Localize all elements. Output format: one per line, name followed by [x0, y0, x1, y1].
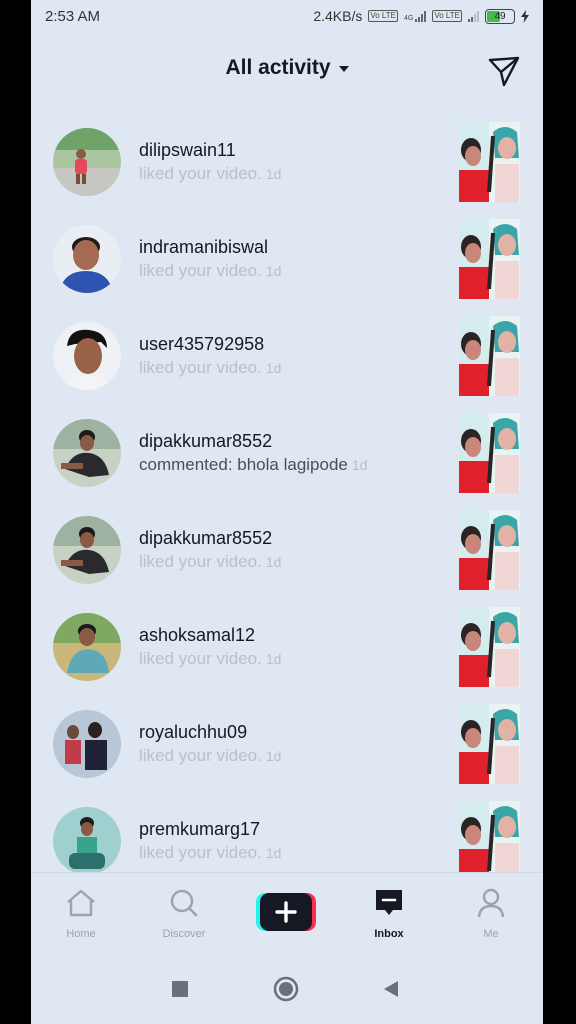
direct-message-icon[interactable]	[487, 54, 521, 88]
nav-home-label: Home	[66, 928, 96, 940]
activity-row[interactable]: dipakkumar8552 liked your video. 1d	[31, 500, 543, 597]
username[interactable]: ashoksamal12	[139, 625, 255, 646]
signal-icon-2	[468, 10, 479, 22]
search-icon	[170, 889, 198, 917]
activity-text: liked your video. 1d	[139, 261, 281, 281]
nav-me-label: Me	[483, 928, 499, 940]
avatar[interactable]	[53, 322, 121, 390]
nav-inbox-label: Inbox	[374, 928, 404, 940]
create-video-button[interactable]	[256, 893, 316, 933]
username[interactable]: dilipswain11	[139, 140, 236, 161]
volte-icon: Vo LTE	[368, 10, 398, 22]
avatar[interactable]	[53, 128, 121, 196]
activity-row[interactable]: user435792958 liked your video. 1d	[31, 306, 543, 403]
video-thumbnail[interactable]	[459, 704, 520, 784]
inbox-icon	[376, 890, 402, 915]
activity-row[interactable]: indramanibiswal liked your video. 1d	[31, 209, 543, 306]
network-4g-label: 4G	[404, 15, 414, 22]
nav-me[interactable]: Me	[451, 887, 531, 940]
activity-list: dilipswain11 liked your video. 1d indrama…	[31, 112, 543, 888]
username[interactable]: dipakkumar8552	[139, 528, 272, 549]
recent-apps-icon[interactable]	[171, 980, 189, 998]
activity-time: 1d	[265, 263, 282, 279]
activity-message: liked your video.	[139, 358, 262, 377]
activity-text: liked your video. 1d	[139, 552, 281, 572]
nav-home[interactable]: Home	[41, 887, 121, 940]
nav-inbox[interactable]: Inbox	[349, 887, 429, 940]
app-screen: 2:53 AM 2.4KB/s Vo LTE 4G Vo LTE 49 All …	[31, 0, 543, 1024]
profile-icon	[477, 888, 505, 918]
home-button-icon[interactable]	[273, 976, 299, 1002]
charging-icon	[521, 9, 529, 23]
activity-message: commented: bhola lagipode	[139, 455, 348, 474]
chevron-down-icon	[338, 66, 349, 72]
back-icon[interactable]	[381, 979, 401, 999]
video-thumbnail[interactable]	[459, 510, 520, 590]
signal-icon: 4G	[404, 10, 427, 22]
activity-time: 1d	[265, 748, 282, 764]
activity-text: liked your video. 1d	[139, 843, 281, 863]
video-thumbnail[interactable]	[459, 607, 520, 687]
activity-message: liked your video.	[139, 649, 262, 668]
activity-time: 1d	[265, 360, 282, 376]
activity-message: liked your video.	[139, 552, 262, 571]
net-speed: 2.4KB/s	[313, 8, 363, 24]
activity-message: liked your video.	[139, 843, 262, 862]
activity-row[interactable]: ashoksamal12 liked your video. 1d	[31, 597, 543, 694]
page-title: All activity	[225, 56, 331, 79]
video-thumbnail[interactable]	[459, 413, 520, 493]
home-icon	[67, 889, 95, 917]
activity-text: liked your video. 1d	[139, 358, 281, 378]
activity-text: liked your video. 1d	[139, 746, 281, 766]
activity-time: 1d	[265, 166, 282, 182]
activity-text: commented: bhola lagipode 1d	[139, 455, 367, 475]
activity-filter-dropdown[interactable]: All activity	[31, 56, 543, 80]
battery-icon: 49	[485, 8, 515, 24]
activity-time: 1d	[265, 651, 282, 667]
video-thumbnail[interactable]	[459, 219, 520, 299]
username[interactable]: indramanibiswal	[139, 237, 268, 258]
activity-row[interactable]: royaluchhu09 liked your video. 1d	[31, 694, 543, 791]
avatar[interactable]	[53, 516, 121, 584]
activity-text: liked your video. 1d	[139, 649, 281, 669]
username[interactable]: premkumarg17	[139, 819, 260, 840]
activity-message: liked your video.	[139, 261, 262, 280]
username[interactable]: user435792958	[139, 334, 264, 355]
avatar[interactable]	[53, 807, 121, 875]
video-thumbnail[interactable]	[459, 122, 520, 202]
volte-icon-2: Vo LTE	[432, 10, 462, 22]
avatar[interactable]	[53, 710, 121, 778]
activity-text: liked your video. 1d	[139, 164, 281, 184]
activity-message: liked your video.	[139, 746, 262, 765]
status-time: 2:53 AM	[45, 7, 101, 25]
avatar[interactable]	[53, 419, 121, 487]
nav-discover-label: Discover	[162, 928, 206, 940]
username[interactable]: dipakkumar8552	[139, 431, 272, 452]
activity-message: liked your video.	[139, 164, 262, 183]
activity-time: 1d	[265, 845, 282, 861]
activity-time: 1d	[265, 554, 282, 570]
avatar[interactable]	[53, 613, 121, 681]
avatar[interactable]	[53, 225, 121, 293]
activity-row[interactable]: dipakkumar8552 commented: bhola lagipode…	[31, 403, 543, 500]
username[interactable]: royaluchhu09	[139, 722, 247, 743]
video-thumbnail[interactable]	[459, 316, 520, 396]
inbox-header: All activity	[31, 40, 543, 100]
status-icons: 2.4KB/s Vo LTE 4G Vo LTE 49	[313, 8, 529, 24]
video-thumbnail[interactable]	[459, 801, 520, 881]
nav-discover[interactable]: Discover	[144, 887, 224, 940]
bottom-navigation: Home Discover Inbox Me	[31, 872, 543, 953]
activity-time: 1d	[351, 457, 368, 473]
battery-level: 49	[494, 10, 506, 22]
system-navigation-bar	[31, 952, 543, 1024]
activity-row[interactable]: dilipswain11 liked your video. 1d	[31, 112, 543, 209]
status-bar: 2:53 AM 2.4KB/s Vo LTE 4G Vo LTE 49	[31, 0, 543, 32]
